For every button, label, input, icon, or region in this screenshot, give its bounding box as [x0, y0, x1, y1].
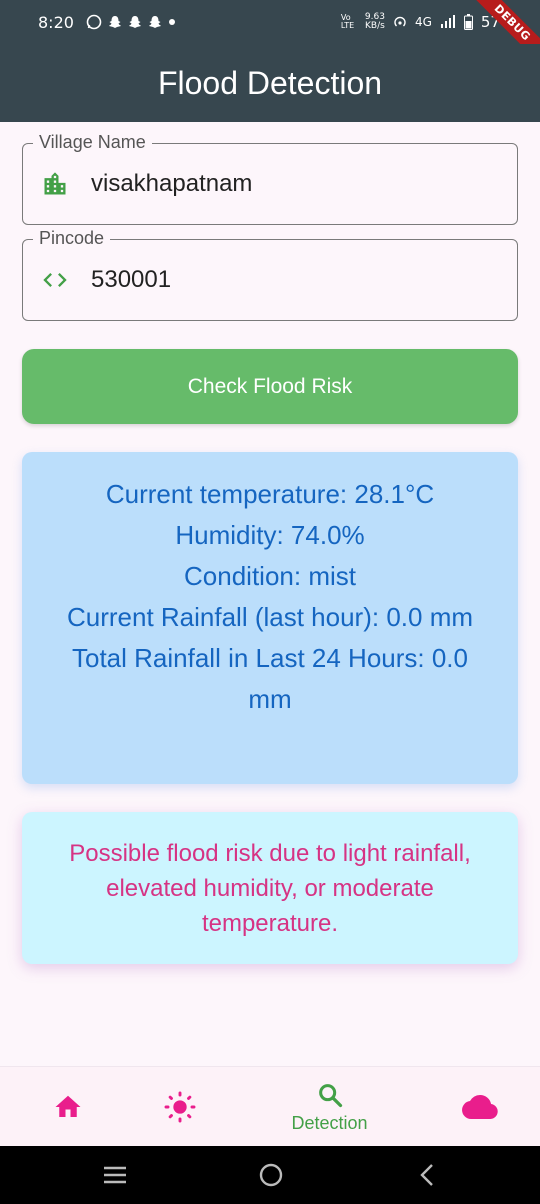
village-name-field[interactable]: Village Name visakhapatnam	[22, 132, 518, 225]
status-right: Vo LTE 9.63 KB/s 4G 57	[341, 0, 500, 44]
home-button[interactable]	[256, 1146, 286, 1204]
circle-icon	[259, 1163, 283, 1187]
snapchat-icon	[128, 16, 141, 28]
status-time: 8:20	[38, 12, 74, 32]
nav-label-detection: Detection	[291, 1112, 368, 1133]
cloud-icon	[461, 1094, 498, 1119]
menu-icon	[104, 1166, 126, 1184]
temperature-text: Current temperature: 28.1°C	[105, 479, 435, 509]
notification-icons	[86, 14, 176, 30]
humidity-text: Humidity: 74.0%	[175, 520, 365, 550]
back-button[interactable]	[412, 1146, 442, 1204]
home-icon	[55, 1095, 80, 1117]
sun-icon	[164, 1091, 195, 1123]
condition-text: Condition: mist	[184, 561, 356, 591]
system-navigation-bar	[0, 1146, 540, 1204]
snapchat-icon	[108, 16, 121, 28]
page-title: Flood Detection	[157, 64, 383, 101]
weather-info-card: Current temperature: 28.1°C Humidity: 74…	[22, 452, 518, 784]
village-name-label: Village Name	[33, 132, 152, 153]
flood-risk-card: Possible flood risk due to light rainfal…	[22, 812, 518, 964]
network-speed: 9.63 KB/s	[364, 12, 385, 31]
status-bar: 8:20 Vo LTE 9.63 KB/s 4G 57 DEBUG	[0, 0, 540, 72]
code-icon	[41, 266, 71, 294]
back-chevron-icon	[420, 1164, 433, 1186]
signal-icon	[440, 15, 455, 28]
recent-apps-button[interactable]	[100, 1146, 130, 1204]
check-flood-risk-button[interactable]: Check Flood Risk	[22, 349, 518, 424]
network-type: 4G	[414, 15, 432, 29]
city-icon	[41, 170, 71, 198]
total-rainfall-text: Total Rainfall in Last 24 Hours: 0.0 mm	[72, 643, 468, 714]
volte-icon: Vo LTE	[340, 13, 355, 30]
whatsapp-icon	[86, 14, 102, 30]
nav-item-cloud[interactable]	[412, 1067, 540, 1147]
flood-risk-message: Possible flood risk due to light rainfal…	[69, 840, 471, 937]
snapchat-icon	[148, 16, 161, 28]
nav-item-weather[interactable]	[112, 1067, 247, 1147]
battery-icon	[463, 14, 473, 30]
search-icon	[318, 1083, 342, 1107]
dot-icon	[168, 19, 175, 25]
hotspot-icon	[394, 16, 406, 27]
pincode-label: Pincode	[33, 228, 111, 249]
village-name-input[interactable]: visakhapatnam	[91, 170, 252, 198]
bottom-navigation: Detection	[0, 1066, 540, 1146]
current-rainfall-text: Current Rainfall (last hour): 0.0 mm	[66, 602, 474, 632]
pincode-input[interactable]: 530001	[91, 266, 171, 294]
pincode-field[interactable]: Pincode 530001	[22, 228, 518, 321]
nav-item-detection[interactable]: Detection	[262, 1067, 397, 1147]
app-bar: Flood Detection	[0, 44, 540, 122]
